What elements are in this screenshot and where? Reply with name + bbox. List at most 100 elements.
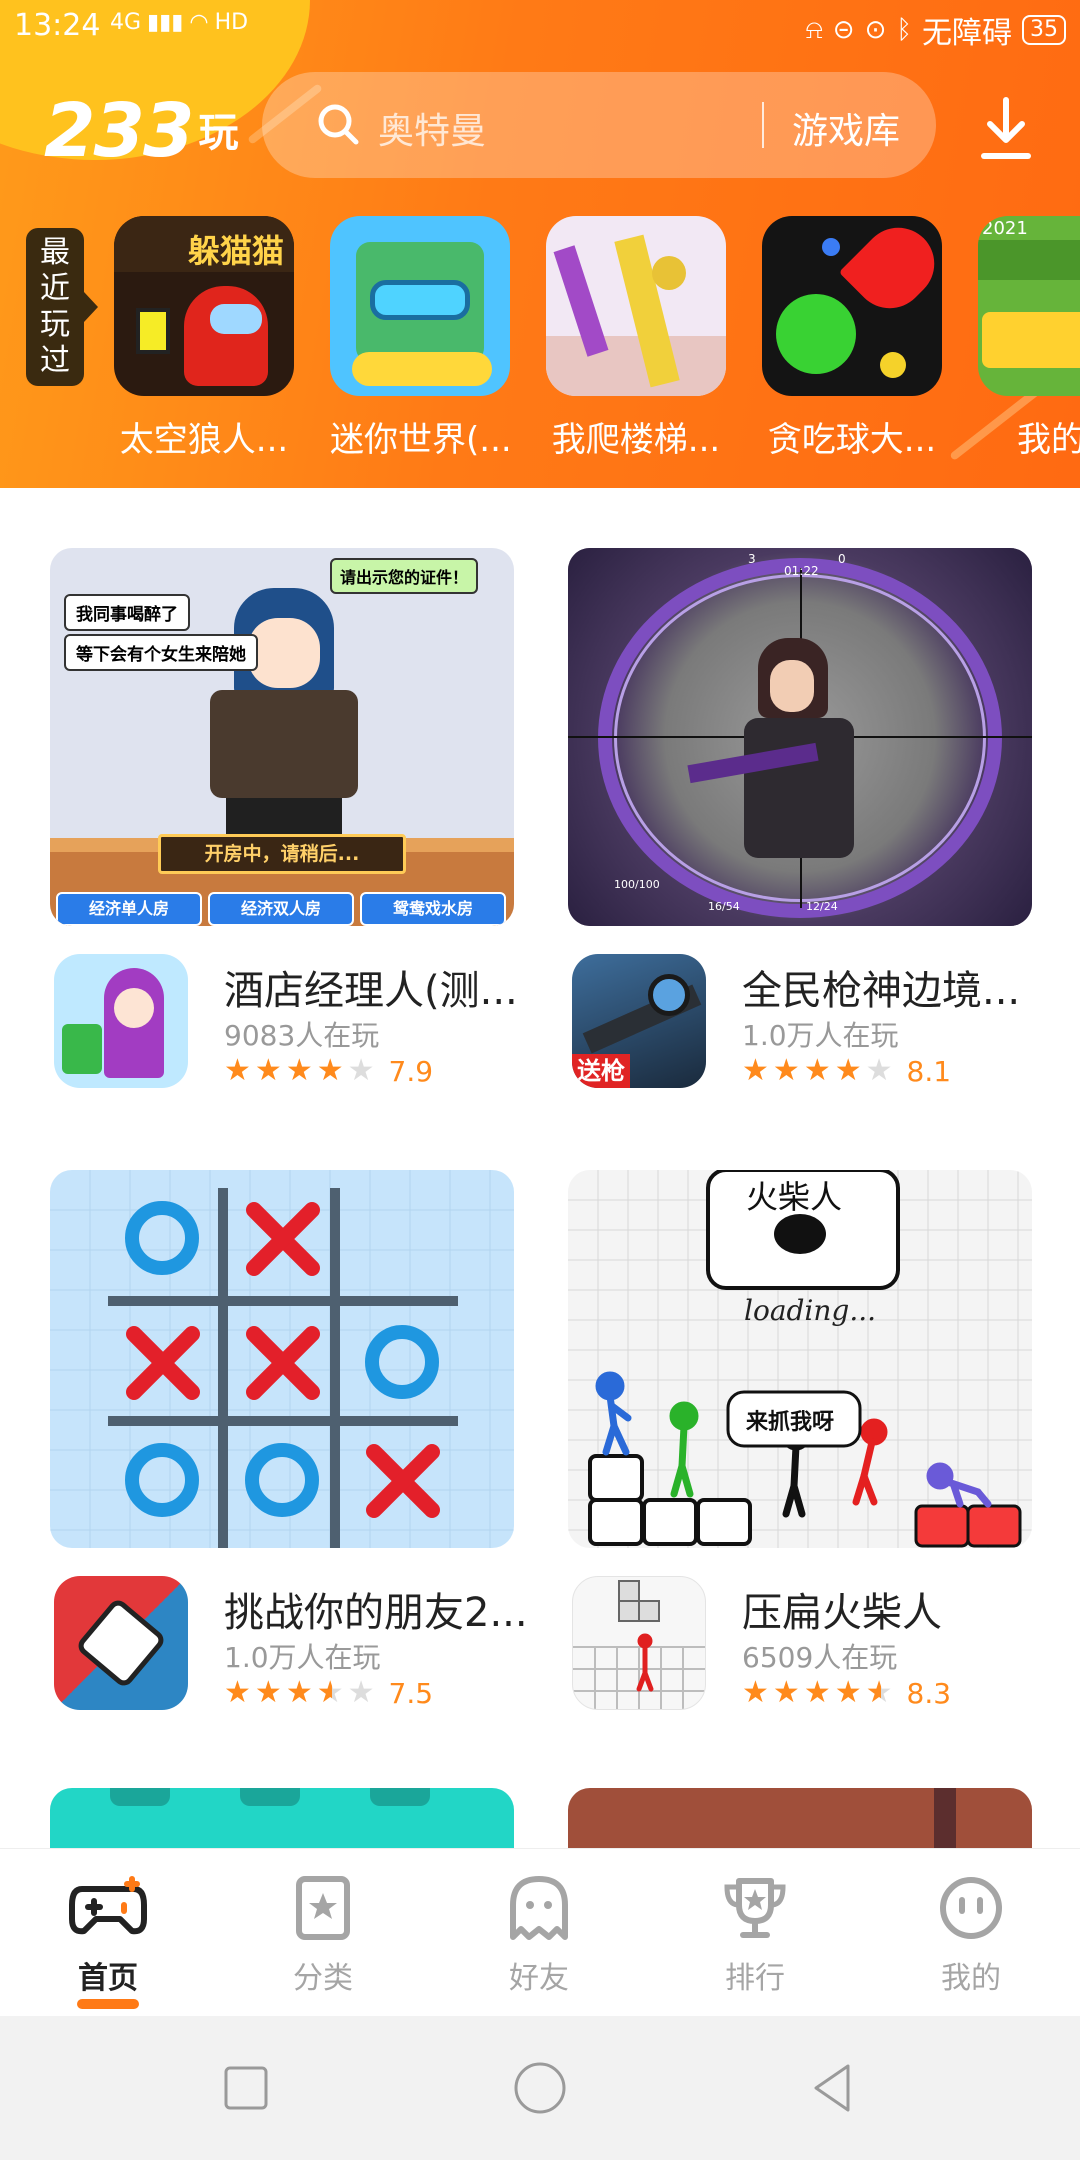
stickman-scene — [568, 1170, 1032, 1548]
recent-game-thumb[interactable] — [330, 216, 510, 396]
recent-game[interactable]: 贪吃球大... — [762, 216, 942, 461]
room-button: 经济双人房 — [208, 892, 354, 926]
search-bar[interactable]: 奥特曼 游戏库 — [262, 72, 936, 178]
ghost-icon — [510, 1876, 568, 1940]
star-icon: ★ — [742, 1053, 769, 1088]
game-icon[interactable] — [54, 1576, 188, 1710]
game-library-button[interactable]: 游戏库 — [792, 102, 900, 154]
bottom-tab-bar: 首页 分类 好友 排行 我的 — [0, 1848, 1080, 2016]
hud-text: 16/54 — [708, 900, 740, 913]
game-icon[interactable]: 送枪 — [572, 954, 706, 1088]
game-info[interactable]: 压扁火柴人 6509人在玩 ★ ★ ★ ★ ★ 8.3 — [568, 1576, 1032, 1726]
game-feed[interactable]: 我同事喝醉了 等下会有个女生来陪她 请出示您的证件！ 开房中，请稍后... 经济… — [0, 488, 1080, 1848]
game-title: 全民枪神边境... — [742, 968, 1021, 1014]
recent-game[interactable]: 躲猫猫 太空狼人... — [114, 216, 294, 461]
star-icon: ★ — [772, 1675, 800, 1710]
smiley-icon — [940, 1877, 1002, 1939]
trophy-icon — [724, 1878, 786, 1938]
speech-bubble: 我同事喝醉了 — [64, 594, 190, 631]
rating: ★ ★ ★ ★ ★ 8.3 — [742, 1676, 951, 1710]
recent-game[interactable]: 迷你世界(... — [330, 216, 510, 461]
download-icon[interactable] — [976, 94, 1036, 164]
location-icon: ⊙ — [864, 15, 887, 45]
logo-number: 233 — [44, 88, 194, 174]
tab-me[interactable]: 我的 — [896, 1875, 1046, 1997]
game-icon[interactable] — [54, 954, 188, 1088]
star-icon: ★ — [834, 1675, 862, 1710]
game-info[interactable]: 挑战你的朋友2... 1.0万人在玩 ★ ★ ★ ★ ★ 7.5 — [50, 1576, 528, 1726]
lock-icon: ⊝ — [832, 15, 855, 45]
room-button: 鸳鸯戏水房 — [360, 892, 506, 926]
game-icon[interactable] — [572, 1576, 706, 1710]
game-banner[interactable] — [568, 1788, 1032, 1848]
game-card[interactable]: 3 01:22 0 100/100 16/54 12/24 送枪 全民枪神边境.… — [568, 548, 1032, 1104]
star-icon: ★ — [347, 1675, 375, 1710]
signal-icon: ▮▮▮ — [147, 10, 184, 35]
star-icon: ★ — [865, 1053, 893, 1088]
recent-apps-button[interactable] — [214, 2056, 278, 2120]
star-icon: ★ — [803, 1053, 831, 1088]
player-count: 6509人在玩 — [742, 1641, 898, 1674]
recent-game[interactable]: 2021 我的工 — [978, 216, 1080, 461]
game-card[interactable]: 挑战你的朋友2... 1.0万人在玩 ★ ★ ★ ★ ★ 7.5 — [50, 1170, 528, 1726]
game-info[interactable]: 送枪 全民枪神边境... 1.0万人在玩 ★ ★ ★ ★ ★ 8.1 — [568, 954, 1032, 1104]
tab-category[interactable]: 分类 — [248, 1875, 398, 1997]
game-card[interactable] — [50, 1788, 514, 1848]
star-icon: ★ — [224, 1053, 251, 1088]
recent-game-thumb[interactable]: 躲猫猫 — [114, 216, 294, 396]
icon-badge: 送枪 — [572, 1054, 630, 1088]
game-banner[interactable] — [50, 1170, 514, 1548]
star-icon: ★ — [742, 1675, 769, 1710]
game-info[interactable]: 酒店经理人(测... 9083人在玩 ★ ★ ★ ★ ★ 7.9 — [50, 954, 518, 1104]
rating: ★ ★ ★ ★ ★ 7.5 — [224, 1676, 433, 1710]
recent-game-thumb[interactable]: 2021 — [978, 216, 1080, 396]
alarm-icon: ⍾ — [805, 14, 823, 45]
back-button[interactable] — [802, 2056, 866, 2120]
speech-bubble: 请出示您的证件！ — [330, 558, 479, 594]
recent-game[interactable]: 我爬楼梯... — [546, 216, 726, 461]
recent-game-name: 迷你世界(... — [330, 420, 510, 460]
search-placeholder[interactable]: 奥特曼 — [378, 102, 486, 154]
hud-text: 3 — [748, 552, 756, 566]
star-icon: ★ — [254, 1053, 282, 1088]
game-card[interactable] — [568, 1788, 1032, 1848]
game-card[interactable]: 我同事喝醉了 等下会有个女生来陪她 请出示您的证件！ 开房中，请稍后... 经济… — [50, 548, 518, 1104]
tab-label: 分类 — [293, 1961, 353, 1996]
star-icon: ★ — [254, 1675, 282, 1710]
game-banner[interactable]: 我同事喝醉了 等下会有个女生来陪她 请出示您的证件！ 开房中，请稍后... 经济… — [50, 548, 514, 926]
recent-tag-char: 近 — [40, 271, 70, 306]
speech-bubble: 来抓我呀 — [746, 1410, 835, 1435]
home-button[interactable] — [508, 2056, 572, 2120]
recent-game-thumb[interactable] — [762, 216, 942, 396]
tab-ranking[interactable]: 排行 — [680, 1875, 830, 1997]
game-banner[interactable]: 火柴人 loading... 来抓我呀 — [568, 1170, 1032, 1548]
player-count: 1.0万人在玩 — [224, 1641, 381, 1674]
star-icon: ★ — [285, 1053, 313, 1088]
rating-score: 7.5 — [388, 1676, 434, 1710]
recent-tag-char: 最 — [40, 235, 70, 270]
active-tab-indicator — [77, 1999, 139, 2009]
loading-label: loading... — [744, 1294, 877, 1327]
accessibility-label: 无障碍 — [922, 16, 1012, 51]
system-navigation-bar — [0, 2016, 1080, 2160]
hd-label: HD — [214, 10, 249, 35]
hud-text: 12/24 — [806, 900, 838, 913]
game-card[interactable]: 火柴人 loading... 来抓我呀 压扁火柴人 6509人在玩 ★ ★ ★ … — [568, 1170, 1032, 1726]
network-type: 4G — [110, 10, 142, 35]
tab-friends[interactable]: 好友 — [464, 1875, 614, 1997]
tab-home[interactable]: 首页 — [33, 1875, 183, 2009]
star-icon: ★ — [347, 1053, 375, 1088]
recent-game-name: 我的工 — [1017, 420, 1080, 460]
recent-game-thumb[interactable] — [546, 216, 726, 396]
game-banner[interactable]: 3 01:22 0 100/100 16/54 12/24 — [568, 548, 1032, 926]
game-icon-art — [573, 1580, 705, 1709]
rating-score: 8.1 — [906, 1054, 952, 1088]
star-icon: ★ — [803, 1675, 831, 1710]
status-right: ⍾ ⊝ ⊙ ᛒ 无障碍 35 — [806, 8, 1066, 52]
thumb-badge: 躲猫猫 — [187, 232, 284, 270]
player-count: 1.0万人在玩 — [742, 1019, 899, 1052]
recent-tag-char: 过 — [40, 343, 70, 378]
recent-game-name: 太空狼人... — [119, 420, 289, 460]
game-banner[interactable] — [50, 1788, 514, 1848]
tab-label: 首页 — [78, 1961, 138, 1996]
